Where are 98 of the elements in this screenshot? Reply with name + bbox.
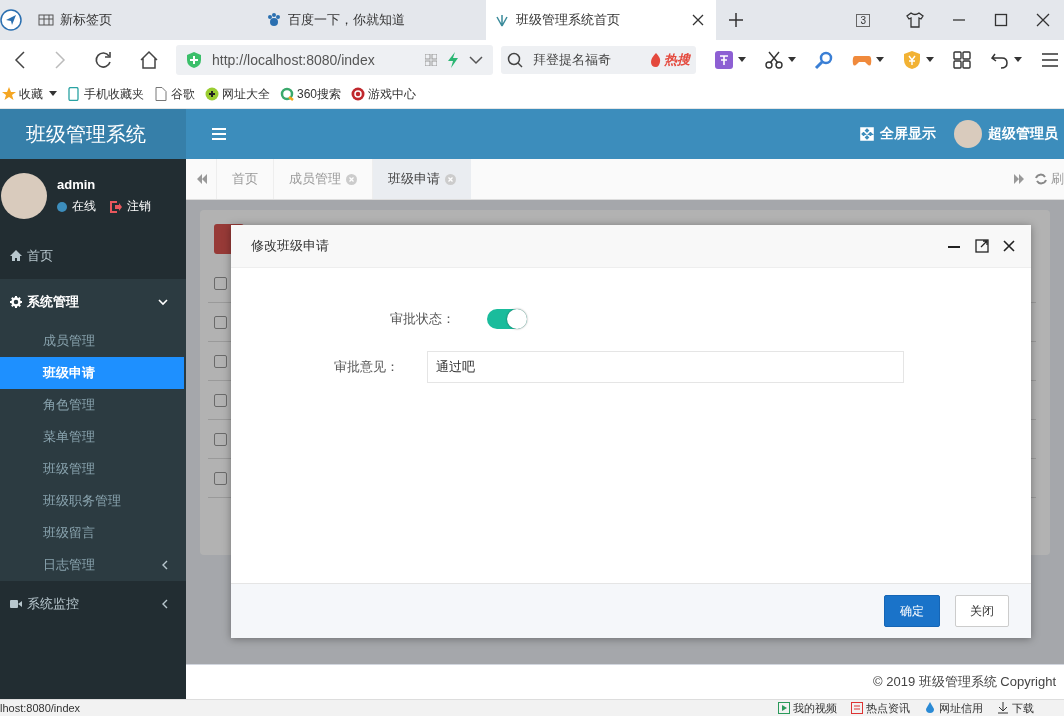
sidebar-item[interactable]: 班级职务管理	[0, 485, 186, 517]
tab-count[interactable]: 3	[856, 13, 870, 27]
star-icon	[2, 87, 16, 101]
address-field[interactable]: http://localhost:8080/index	[176, 45, 494, 75]
sidebar-item[interactable]: 日志管理	[0, 549, 186, 581]
toggle-switch[interactable]	[487, 309, 527, 329]
phone-icon	[67, 87, 81, 101]
status-link[interactable]: 我的视频	[778, 700, 837, 716]
bookmark-link[interactable]: 收藏	[2, 85, 43, 103]
caret-icon[interactable]	[926, 57, 934, 63]
back-icon[interactable]	[13, 50, 27, 70]
avatar	[954, 120, 982, 148]
status-link[interactable]: 网址信用	[924, 700, 983, 716]
expand-icon	[860, 127, 874, 141]
browser-tab[interactable]: 新标签页	[30, 0, 258, 40]
bookmark-link[interactable]: 游戏中心	[351, 85, 417, 103]
document-icon	[154, 87, 168, 101]
browser-tab[interactable]: 班级管理系统首页	[486, 0, 716, 40]
checkbox[interactable]	[214, 354, 227, 368]
ring-icon	[280, 87, 294, 101]
checkbox[interactable]	[214, 315, 227, 329]
status-link[interactable]: 下载	[997, 700, 1034, 716]
search-icon	[507, 52, 524, 68]
copyright-text: © 2019 班级管理系统 Copyright	[186, 664, 1064, 699]
close-icon[interactable]	[1003, 240, 1015, 252]
online-status: 在线	[57, 198, 96, 215]
checkbox[interactable]	[214, 471, 227, 485]
fullscreen-link[interactable]: 全屏显示	[860, 125, 936, 143]
menu-icon[interactable]	[212, 128, 226, 140]
close-icon[interactable]	[1036, 13, 1050, 27]
status-url: lhost:8080/index	[0, 702, 81, 714]
download-icon	[997, 702, 1009, 714]
user-menu[interactable]: 超级管理员	[954, 120, 1058, 148]
sidebar-item[interactable]: 菜单管理	[0, 421, 186, 453]
close-icon[interactable]	[692, 14, 704, 26]
scissors-icon[interactable]	[764, 50, 784, 70]
bookmark-link[interactable]: 网址大全	[205, 85, 270, 103]
gear-icon	[10, 296, 22, 308]
shirt-icon[interactable]	[906, 12, 924, 28]
drop-icon	[924, 702, 936, 714]
status-dot	[57, 201, 67, 212]
sidebar-item[interactable]: 班级管理	[0, 453, 186, 485]
maximize-icon[interactable]	[975, 239, 989, 253]
news-icon	[851, 702, 863, 714]
play-icon	[778, 702, 790, 714]
app-title: 班级管理系统	[0, 109, 186, 159]
bookmark-link[interactable]: 360搜索	[280, 85, 342, 103]
maximize-icon[interactable]	[994, 13, 1008, 27]
sidebar-item[interactable]: 系统监控	[0, 581, 186, 627]
magnifier-icon[interactable]	[814, 50, 834, 70]
avatar	[1, 173, 47, 219]
page-tab[interactable]: 班级申请	[372, 159, 471, 199]
dialog-title: 修改班级申请	[251, 237, 329, 255]
checkbox[interactable]	[214, 393, 227, 407]
caret-icon[interactable]	[788, 57, 796, 63]
compass-icon[interactable]	[0, 9, 22, 31]
checkbox[interactable]	[214, 276, 227, 290]
bookmark-link[interactable]: 谷歌	[154, 85, 195, 103]
logout-link[interactable]: 注销	[110, 198, 151, 215]
home-icon[interactable]	[139, 50, 159, 70]
grid-icon[interactable]	[952, 50, 972, 70]
caret-icon[interactable]	[49, 91, 57, 97]
caret-icon[interactable]	[738, 57, 746, 63]
sidebar-item[interactable]: 班级留言	[0, 517, 186, 549]
reload-icon[interactable]	[93, 50, 113, 70]
field-label: 审批状态：	[389, 310, 456, 328]
double-chevron-right-icon[interactable]	[1013, 174, 1025, 184]
plus-icon[interactable]	[728, 12, 744, 28]
double-chevron-left-icon[interactable]	[196, 174, 208, 184]
logout-icon	[110, 200, 122, 213]
home-icon	[10, 250, 22, 262]
sidebar-item[interactable]: 系统管理	[0, 279, 186, 325]
browser-tab[interactable]: 百度一下，你就知道	[258, 0, 486, 40]
lightning-icon	[447, 52, 460, 68]
confirm-button[interactable]: 确定	[884, 595, 940, 627]
refresh-icon	[1035, 173, 1047, 185]
shield-icon	[186, 51, 202, 69]
checkbox[interactable]	[214, 432, 227, 446]
paw-icon	[266, 12, 282, 28]
hot-search-label: 热搜	[650, 51, 690, 69]
sidebar-item[interactable]: 成员管理	[0, 325, 186, 357]
field-label: 审批意见：	[333, 358, 400, 376]
caret-icon[interactable]	[1014, 57, 1022, 63]
sidebar-item[interactable]: 角色管理	[0, 389, 186, 421]
grid-icon	[38, 12, 54, 28]
chevron-down-icon[interactable]	[469, 55, 484, 65]
menu-icon[interactable]	[1040, 50, 1060, 70]
user-name: admin	[57, 177, 97, 192]
sidebar-item[interactable]: 首页	[0, 233, 186, 279]
caret-icon[interactable]	[876, 57, 884, 63]
bookmark-link[interactable]: 手机收藏夹	[67, 85, 144, 103]
text-field[interactable]: 通过吧	[427, 351, 904, 383]
close-button[interactable]: 关闭	[955, 595, 1009, 627]
search-field[interactable]: 拜登提名福奇 热搜	[501, 46, 696, 74]
grid-icon	[425, 54, 438, 66]
leaf-icon	[494, 12, 510, 28]
video-camera-icon	[10, 598, 22, 610]
status-link[interactable]: 热点资讯	[851, 700, 910, 716]
